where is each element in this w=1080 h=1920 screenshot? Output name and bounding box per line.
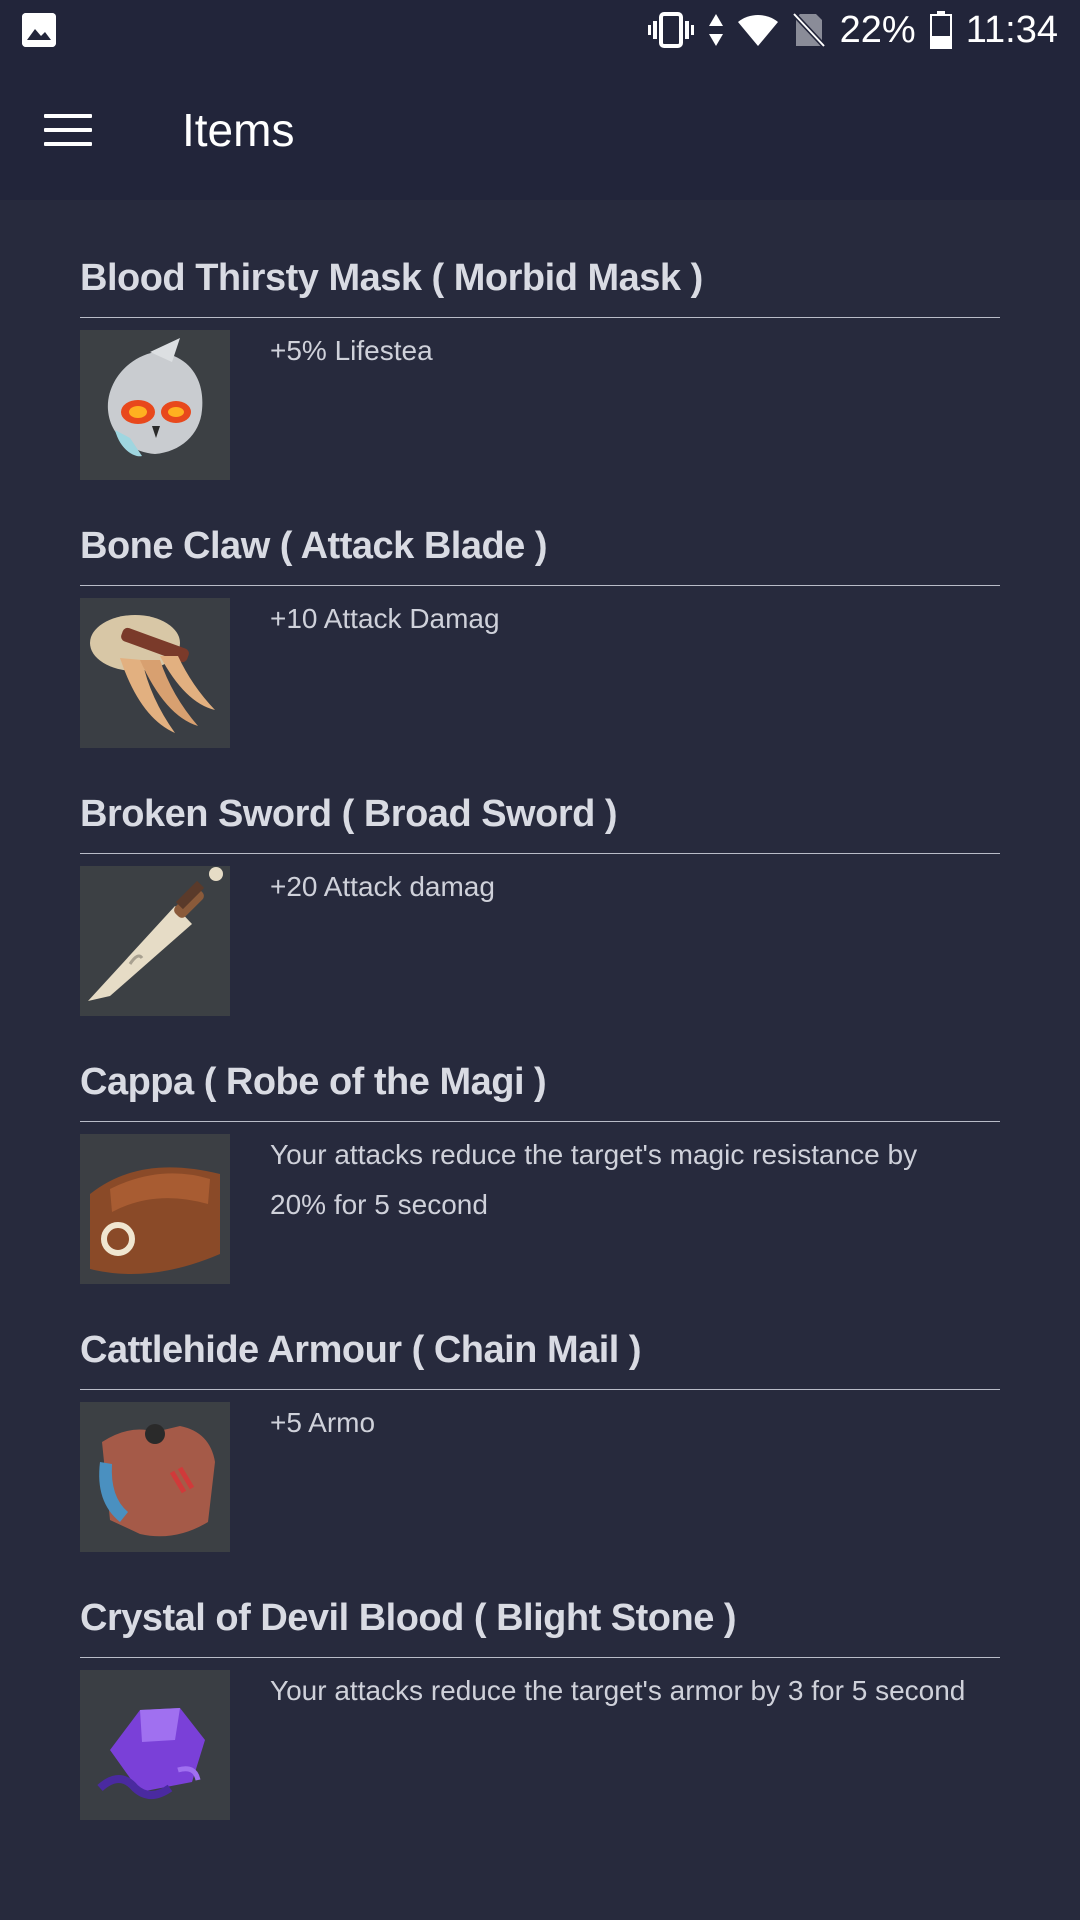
item-description: +5 Armo bbox=[270, 1407, 376, 1438]
menu-icon[interactable] bbox=[44, 104, 96, 156]
item-title: Blood Thirsty Mask ( Morbid Mask ) bbox=[80, 258, 1000, 318]
sword-icon bbox=[80, 866, 230, 1016]
clock: 11:34 bbox=[965, 8, 1058, 51]
mask-icon bbox=[80, 330, 230, 480]
app-bar: Items bbox=[0, 60, 1080, 200]
item-description: Your attacks reduce the target's armor b… bbox=[270, 1675, 966, 1706]
list-item[interactable]: Cappa ( Robe of the Magi ) Your attacks … bbox=[80, 1062, 1000, 1330]
item-description: +10 Attack Damag bbox=[270, 603, 500, 634]
battery-icon bbox=[929, 11, 952, 49]
list-item[interactable]: Bone Claw ( Attack Blade ) +10 Attack Da… bbox=[80, 526, 1000, 794]
wifi-icon bbox=[737, 12, 778, 48]
item-title: Cattlehide Armour ( Chain Mail ) bbox=[80, 1330, 1000, 1390]
data-arrows-icon bbox=[708, 12, 724, 48]
no-sim-icon bbox=[791, 12, 826, 48]
crystal-icon bbox=[80, 1670, 230, 1820]
item-title: Cappa ( Robe of the Magi ) bbox=[80, 1062, 1000, 1122]
item-description: +20 Attack damag bbox=[270, 871, 495, 902]
list-item[interactable]: Cattlehide Armour ( Chain Mail ) +5 Armo bbox=[80, 1330, 1000, 1598]
cape-icon bbox=[80, 1134, 230, 1284]
item-description: Your attacks reduce the target's magic r… bbox=[270, 1139, 918, 1220]
item-title: Crystal of Devil Blood ( Blight Stone ) bbox=[80, 1598, 1000, 1658]
list-item[interactable]: Blood Thirsty Mask ( Morbid Mask ) +5% L… bbox=[80, 258, 1000, 526]
armor-icon bbox=[80, 1402, 230, 1552]
page-title: Items bbox=[182, 104, 295, 156]
item-title: Broken Sword ( Broad Sword ) bbox=[80, 794, 1000, 854]
list-item[interactable]: Broken Sword ( Broad Sword ) +20 Attack … bbox=[80, 794, 1000, 1062]
vibrate-icon bbox=[647, 12, 694, 48]
battery-percent: 22% bbox=[839, 8, 916, 51]
image-notification-icon bbox=[22, 13, 56, 47]
item-title: Bone Claw ( Attack Blade ) bbox=[80, 526, 1000, 586]
status-bar: 22% 11:34 bbox=[0, 0, 1080, 60]
list-item[interactable]: Crystal of Devil Blood ( Blight Stone ) … bbox=[80, 1598, 1000, 1866]
claw-icon bbox=[80, 598, 230, 748]
item-list: Blood Thirsty Mask ( Morbid Mask ) +5% L… bbox=[0, 200, 1080, 1866]
item-description: +5% Lifestea bbox=[270, 335, 433, 366]
